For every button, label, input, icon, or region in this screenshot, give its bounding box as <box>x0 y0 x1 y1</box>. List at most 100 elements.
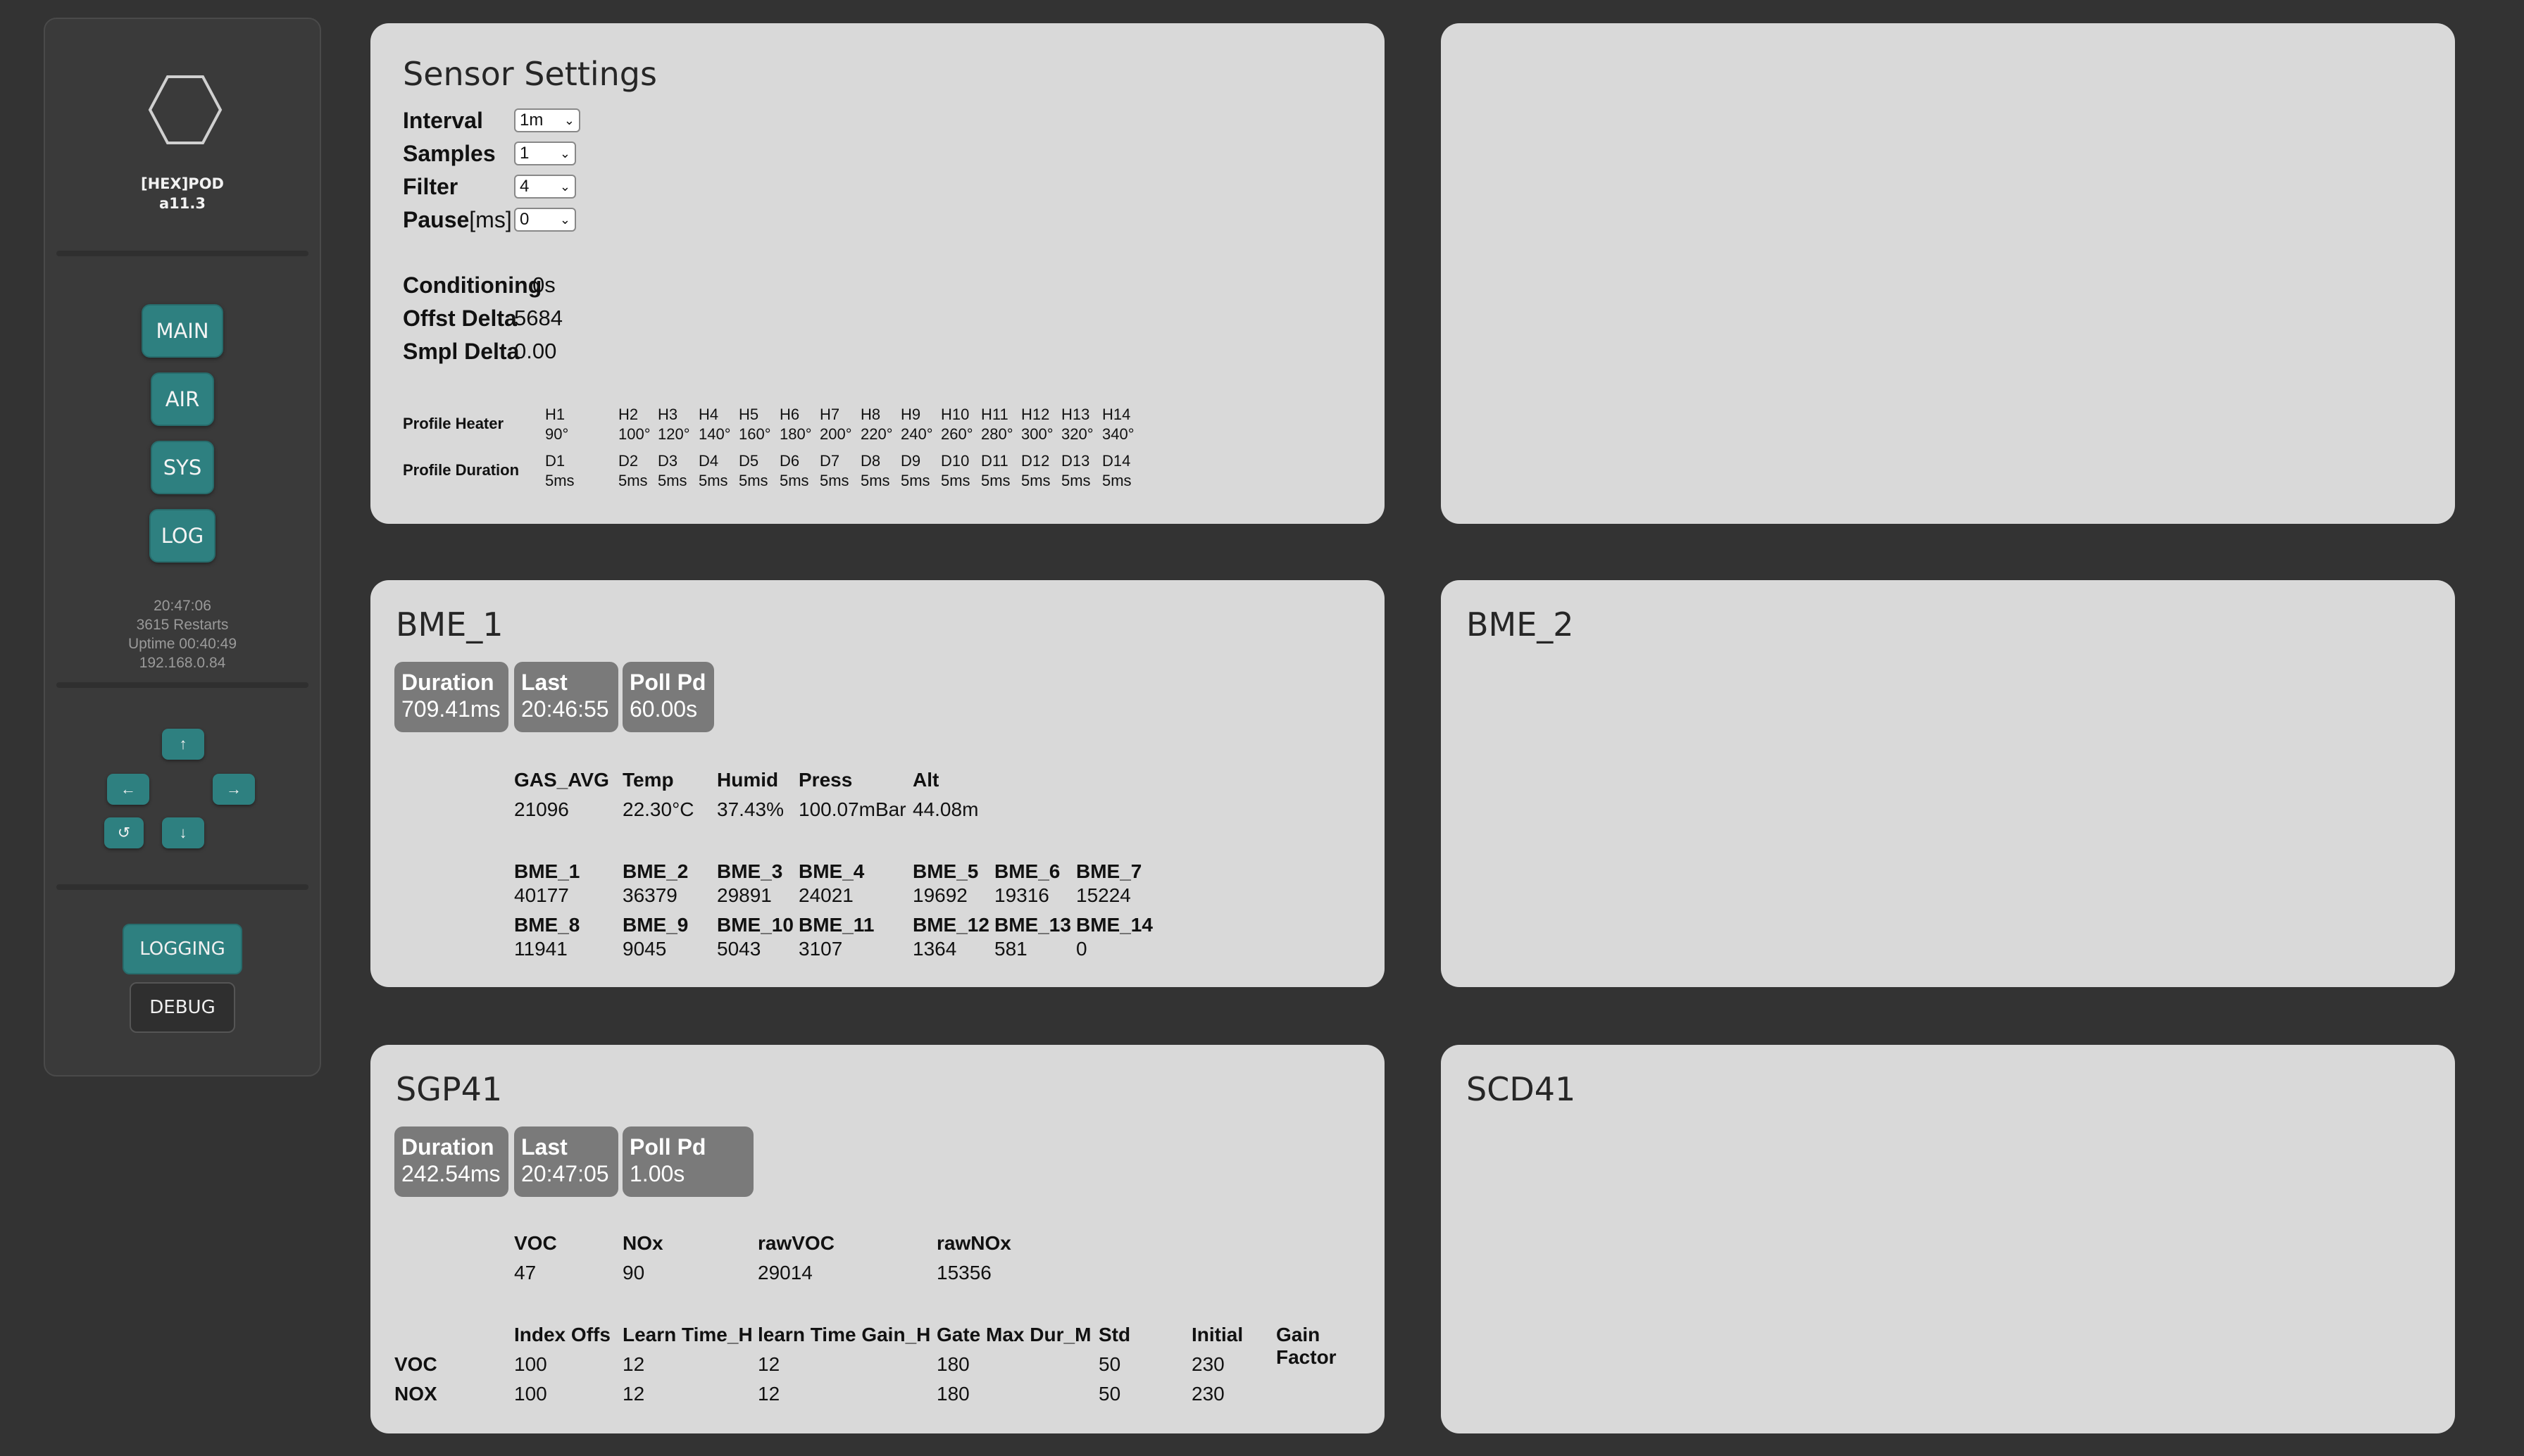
column-header: Index Offs <box>514 1324 611 1345</box>
column-header: BME_3 <box>717 860 783 882</box>
clock-time: 20:47:06 <box>154 598 211 614</box>
param-value: 100 <box>514 1353 547 1375</box>
reading-value: 29891 <box>717 884 772 906</box>
param-value: 12 <box>623 1353 645 1375</box>
column-header: NOx <box>623 1232 663 1254</box>
heater-cell-label: H11 <box>981 406 1008 423</box>
poll-period-badge: Poll Pd 1.00s <box>623 1126 754 1197</box>
duration-cell-label: D9 <box>901 452 921 470</box>
restart-count: 3615 Restarts <box>136 617 229 633</box>
heater-cell-value: 100° <box>618 425 651 443</box>
profile-duration-label: Profile Duration <box>403 461 520 479</box>
reading-value: 15224 <box>1076 884 1131 906</box>
column-header: Alt <box>913 769 939 791</box>
row-label: NOX <box>394 1383 437 1405</box>
heater-cell-value: 140° <box>699 425 731 443</box>
interval-select[interactable]: 1m ⌄ <box>514 108 580 132</box>
nav-air-button[interactable]: AIR <box>151 372 214 426</box>
last-badge: Last 20:46:55 <box>514 662 618 732</box>
reading-value: 47 <box>514 1262 537 1284</box>
nav-log-button[interactable]: LOG <box>149 509 215 563</box>
heater-cell-label: H10 <box>941 406 970 423</box>
divider <box>56 682 308 688</box>
arrow-up-icon[interactable]: ↑ <box>162 729 204 760</box>
duration-cell-label: D1 <box>545 452 566 470</box>
column-header: BME_8 <box>514 914 580 936</box>
samples-select[interactable]: 1 ⌄ <box>514 142 576 165</box>
reset-icon[interactable]: ↺ <box>104 817 144 848</box>
reading-value: 3107 <box>799 938 843 960</box>
reading-value: 22.30°C <box>623 798 694 820</box>
samples-label: Samples <box>403 141 496 166</box>
duration-cell-label: D4 <box>699 452 719 470</box>
column-header: GAS_AVG <box>514 769 609 791</box>
nav-sys-button[interactable]: SYS <box>151 441 214 494</box>
duration-badge: Duration 709.41ms <box>394 662 508 732</box>
duration-cell-label: D7 <box>820 452 840 470</box>
column-header: Temp <box>623 769 674 791</box>
heater-cell-label: H14 <box>1102 406 1131 423</box>
column-header: Initial <box>1192 1324 1244 1345</box>
logging-button[interactable]: LOGGING <box>123 924 242 974</box>
filter-label: Filter <box>403 174 458 199</box>
duration-cell-value: 5ms <box>699 472 728 489</box>
heater-cell-label: H6 <box>780 406 800 423</box>
bme1-panel: BME_1 Duration 709.41ms Last 20:46:55 Poll… <box>370 580 1385 987</box>
duration-cell-label: D13 <box>1061 452 1090 470</box>
duration-cell-value: 5ms <box>981 472 1011 489</box>
column-header: BME_5 <box>913 860 979 882</box>
conditioning-label: Conditioning <box>403 272 542 298</box>
reading-value: 37.43% <box>717 798 784 820</box>
panel-title: BME_2 <box>1466 605 1574 644</box>
duration-cell-label: D11 <box>981 452 1008 470</box>
brand-name: [HEX]POD <box>141 175 224 192</box>
heater-cell-value: 180° <box>780 425 812 443</box>
hexagon-logo-icon <box>148 75 223 144</box>
heater-cell-value: 240° <box>901 425 933 443</box>
filter-select[interactable]: 4 ⌄ <box>514 175 576 199</box>
heater-cell-label: H1 <box>545 406 566 423</box>
reading-value: 44.08m <box>913 798 979 820</box>
arrow-left-icon[interactable]: ← <box>107 774 149 805</box>
column-header: BME_9 <box>623 914 689 936</box>
column-header: BME_2 <box>623 860 689 882</box>
heater-cell-label: H4 <box>699 406 719 423</box>
duration-cell-value: 5ms <box>1061 472 1091 489</box>
column-header: VOC <box>514 1232 557 1254</box>
param-value: 50 <box>1099 1383 1121 1405</box>
panel-title: Sensor Settings <box>403 55 657 93</box>
column-header: Std <box>1099 1324 1131 1345</box>
column-header: learn Time Gain_H <box>758 1324 931 1345</box>
nav-main-button[interactable]: MAIN <box>142 304 223 358</box>
reading-value: 581 <box>994 938 1027 960</box>
arrow-right-icon[interactable]: → <box>213 774 255 805</box>
duration-cell-label: D5 <box>739 452 759 470</box>
duration-cell-value: 5ms <box>739 472 768 489</box>
column-header: Humid <box>717 769 779 791</box>
param-value: 100 <box>514 1383 547 1405</box>
duration-badge: Duration 242.54ms <box>394 1126 508 1197</box>
panel-title: SCD41 <box>1466 1070 1576 1108</box>
column-header: Gate Max Dur_M <box>937 1324 1092 1345</box>
column-header: BME_6 <box>994 860 1061 882</box>
column-header: BME_7 <box>1076 860 1142 882</box>
column-header: Gain Factor <box>1276 1324 1337 1368</box>
profile-heater-label: Profile Heater <box>403 415 504 432</box>
duration-cell-label: D12 <box>1021 452 1050 470</box>
debug-button[interactable]: DEBUG <box>130 982 235 1033</box>
reading-value: 90 <box>623 1262 645 1284</box>
duration-cell-label: D3 <box>658 452 678 470</box>
heater-cell-label: H2 <box>618 406 639 423</box>
duration-cell-label: D8 <box>861 452 881 470</box>
sidebar: [HEX]POD a11.3 MAIN AIR SYS LOG 20:47:06… <box>44 18 321 1077</box>
heater-cell-value: 160° <box>739 425 771 443</box>
column-header: BME_13 <box>994 914 1071 936</box>
pause-select[interactable]: 0 ⌄ <box>514 208 576 232</box>
arrow-down-icon[interactable]: ↓ <box>162 817 204 848</box>
row-label: VOC <box>394 1353 437 1375</box>
reading-value: 36379 <box>623 884 677 906</box>
heater-cell-value: 300° <box>1021 425 1054 443</box>
column-header: BME_11 <box>799 914 875 936</box>
duration-cell-value: 5ms <box>658 472 687 489</box>
heater-cell-label: H7 <box>820 406 840 423</box>
